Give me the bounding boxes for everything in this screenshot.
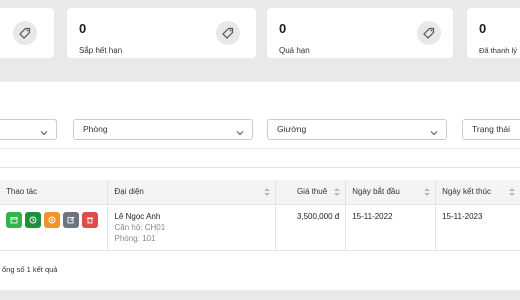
tag-icon <box>216 21 240 45</box>
rent-cell: 3,500,000 đ <box>275 204 347 251</box>
stat-value: 0 <box>479 21 487 36</box>
clock-icon <box>29 216 37 223</box>
end-date-cell: 15-11-2023 <box>435 204 520 251</box>
sort-icon[interactable] <box>334 188 341 198</box>
contracts-table: Thao tác Đại diện Giá thuê Ngày bắt đầu … <box>0 180 520 251</box>
trash-icon <box>87 217 93 223</box>
stat-card-liquidated: 0 Đã thanh lý <box>467 8 520 58</box>
calendar-icon <box>10 216 18 223</box>
calendar-button[interactable] <box>6 211 22 228</box>
representative-cell: Lê Ngọc Anh Căn hộ: CH01 Phòng: 101 <box>107 204 277 251</box>
stat-label: Sắp hết hạn <box>79 46 123 55</box>
filter-select-room[interactable]: Phòng <box>73 119 253 140</box>
stat-label: Quá hạn <box>279 46 310 55</box>
undo-icon <box>48 216 56 223</box>
table-row: Lê Ngọc Anh Căn hộ: CH01 Phòng: 101 3,50… <box>0 204 520 251</box>
tag-icon <box>417 21 441 45</box>
column-header-end-date[interactable]: Ngày kết thúc <box>435 180 520 205</box>
representative-name[interactable]: Lê Ngọc Anh <box>114 212 269 221</box>
edit-button[interactable] <box>63 211 79 228</box>
filter-select-bed[interactable]: Giường <box>267 119 447 140</box>
chevron-down-icon <box>236 125 244 139</box>
return-button[interactable] <box>44 211 60 228</box>
result-summary: ổng số 1 kết quả <box>2 265 58 274</box>
divider <box>0 148 520 149</box>
extend-button[interactable] <box>25 211 41 228</box>
column-header-actions: Thao tác <box>0 180 109 205</box>
sort-icon[interactable] <box>264 188 271 198</box>
apartment-text: Căn hộ: CH01 <box>114 222 166 232</box>
column-header-representative[interactable]: Đại diện <box>107 180 277 205</box>
stat-card-overdue: 0 Quá hạn <box>267 8 453 58</box>
tag-icon <box>13 21 37 45</box>
filter-select-status[interactable]: Trạng thái <box>462 119 520 140</box>
edit-icon <box>67 216 75 223</box>
start-date-cell: 15-11-2022 <box>345 204 437 251</box>
chevron-down-icon <box>40 125 48 139</box>
contracts-panel: Phòng Giường Trạng thái Thao tác Đại diệ… <box>0 82 520 290</box>
column-header-start-date[interactable]: Ngày bắt đầu <box>345 180 437 205</box>
chevron-down-icon <box>430 125 438 139</box>
sort-icon[interactable] <box>509 188 515 198</box>
stat-value: 0 <box>79 21 87 36</box>
filter-select-apartment[interactable] <box>0 119 57 140</box>
stat-label: Đã thanh lý <box>479 46 517 55</box>
stat-value: 0 <box>279 21 287 36</box>
table-header-row: Thao tác Đại diện Giá thuê Ngày bắt đầu … <box>0 180 520 205</box>
delete-button[interactable] <box>82 211 98 228</box>
sort-icon[interactable] <box>424 188 431 198</box>
stat-card-expiring: 0 Sắp hết hạn <box>67 8 256 58</box>
room-text: Phòng: 101 <box>114 233 156 243</box>
actions-cell <box>0 204 109 251</box>
column-header-rent[interactable]: Giá thuê <box>275 180 347 205</box>
divider <box>0 167 520 168</box>
stat-card <box>0 8 54 58</box>
